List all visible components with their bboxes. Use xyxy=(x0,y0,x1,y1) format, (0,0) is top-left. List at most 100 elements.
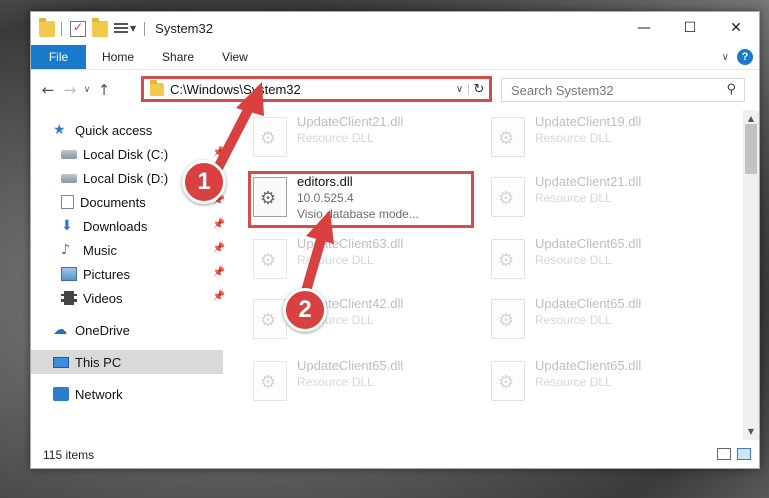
dll-file-icon xyxy=(253,117,287,157)
drive-icon xyxy=(61,149,77,159)
tiles-view-icon[interactable] xyxy=(737,448,751,460)
videos-icon xyxy=(61,291,77,305)
file-list: UpdateClient21.dll Resource DLL UpdateCli… xyxy=(247,110,741,440)
sidebar-item-label: Pictures xyxy=(83,266,130,282)
callout-1: 1 xyxy=(182,160,226,204)
file-tile[interactable]: UpdateClient21.dll Resource DLL xyxy=(491,174,721,230)
sidebar-item-videos[interactable]: Videos 📌 xyxy=(31,286,227,310)
file-name: UpdateClient65.dll xyxy=(535,296,642,311)
search-placeholder: Search System32 xyxy=(511,82,614,98)
dll-file-icon xyxy=(253,239,287,279)
drive-icon xyxy=(61,173,77,183)
scroll-down-icon[interactable]: ▼ xyxy=(743,427,759,436)
item-count: 115 items xyxy=(43,448,95,462)
chevron-down-icon[interactable]: ▼ xyxy=(130,24,136,33)
sidebar-item-this-pc[interactable]: This PC xyxy=(31,350,223,374)
file-tile[interactable]: UpdateClient65.dll Resource DLL xyxy=(491,358,721,414)
pin-icon: 📌 xyxy=(212,243,225,254)
help-icon[interactable]: ? xyxy=(737,49,753,65)
network-icon xyxy=(53,387,69,401)
sidebar-item-onedrive[interactable]: ☁ OneDrive xyxy=(31,318,227,342)
divider xyxy=(144,21,146,36)
sidebar-item-label: Downloads xyxy=(83,218,148,234)
sidebar-item-label: Documents xyxy=(80,194,146,210)
folder-icon xyxy=(39,17,55,37)
forward-icon[interactable]: → xyxy=(59,81,81,99)
file-tile[interactable]: UpdateClient65.dll Resource DLL xyxy=(253,358,483,414)
recent-locations-icon[interactable]: ∨ xyxy=(81,85,93,95)
cloud-icon: ☁ xyxy=(53,322,67,338)
status-bar: 115 items xyxy=(31,442,759,468)
customize-icon[interactable] xyxy=(114,22,128,35)
callout-2: 2 xyxy=(283,288,327,332)
new-folder-icon[interactable] xyxy=(92,17,108,37)
dll-file-icon xyxy=(253,299,287,339)
sidebar-item-label: Local Disk (C:) xyxy=(83,146,169,162)
address-path[interactable]: C:\Windows\System32 xyxy=(170,82,451,97)
file-name: UpdateClient65.dll xyxy=(297,358,404,373)
properties-icon[interactable] xyxy=(70,20,86,37)
scroll-up-icon[interactable]: ▲ xyxy=(743,114,759,123)
file-type: Resource DLL xyxy=(535,131,612,145)
up-icon[interactable]: ↑ xyxy=(93,81,115,99)
address-bar[interactable]: C:\Windows\System32 ∨ ↻ xyxy=(141,76,492,102)
chevron-down-icon[interactable]: ∨ xyxy=(451,83,469,95)
sidebar-item-downloads[interactable]: ⬇ Downloads 📌 xyxy=(31,214,227,238)
expand-ribbon-icon[interactable]: ∨ xyxy=(722,52,729,63)
sidebar-item-label: Music xyxy=(83,242,117,258)
file-type: Resource DLL xyxy=(297,253,374,267)
file-tile[interactable]: UpdateClient65.dll Resource DLL xyxy=(491,236,721,292)
star-icon: ★ xyxy=(53,122,66,138)
sidebar-item-pictures[interactable]: Pictures 📌 xyxy=(31,262,227,286)
search-input[interactable]: Search System32 ⚲ xyxy=(501,78,745,102)
pin-icon: 📌 xyxy=(212,219,225,230)
refresh-icon[interactable]: ↻ xyxy=(469,82,489,97)
sidebar-item-label: Quick access xyxy=(75,122,153,138)
vertical-scrollbar[interactable]: ▲ ▼ xyxy=(743,110,759,440)
dll-file-icon xyxy=(491,239,525,279)
tab-view[interactable]: View xyxy=(208,45,262,69)
file-type: Resource DLL xyxy=(535,191,612,205)
back-icon[interactable]: ← xyxy=(37,81,59,99)
close-button[interactable]: ✕ xyxy=(713,12,759,44)
folder-icon xyxy=(150,79,164,96)
dll-file-icon xyxy=(491,299,525,339)
pin-icon: 📌 xyxy=(212,147,225,158)
minimize-button[interactable]: — xyxy=(621,12,667,44)
address-row: ← → ∨ ↑ C:\Windows\System32 ∨ ↻ Search S… xyxy=(31,70,759,110)
tab-home[interactable]: Home xyxy=(86,45,148,69)
sidebar-item-network[interactable]: Network xyxy=(31,382,227,406)
window-title: System32 xyxy=(155,21,213,36)
file-tile[interactable]: UpdateClient21.dll Resource DLL xyxy=(253,114,483,170)
maximize-button[interactable]: ☐ xyxy=(667,12,713,44)
file-type: Resource DLL xyxy=(297,375,374,389)
dll-file-icon xyxy=(491,361,525,401)
download-icon: ⬇ xyxy=(61,218,73,234)
sidebar-item-label: Videos xyxy=(83,290,123,306)
file-name: UpdateClient65.dll xyxy=(535,358,642,373)
ribbon-tabs: File Home Share View ∨ ? xyxy=(31,45,759,70)
scroll-thumb[interactable] xyxy=(745,124,757,174)
tab-file[interactable]: File xyxy=(31,45,86,69)
dll-file-icon xyxy=(491,117,525,157)
explorer-window: ▼ System32 — ☐ ✕ File Home Share View ∨ … xyxy=(30,11,760,469)
file-tile[interactable]: UpdateClient63.dll Resource DLL xyxy=(253,236,483,292)
details-view-icon[interactable] xyxy=(717,448,731,460)
file-type: Resource DLL xyxy=(297,131,374,145)
sidebar-item-label: OneDrive xyxy=(75,322,130,338)
file-name: UpdateClient63.dll xyxy=(297,236,404,251)
sidebar-item-quick-access[interactable]: ★ Quick access xyxy=(31,118,227,142)
file-tile[interactable]: UpdateClient19.dll Resource DLL xyxy=(491,114,721,170)
file-name: UpdateClient65.dll xyxy=(535,236,642,251)
tab-share[interactable]: Share xyxy=(148,45,208,69)
computer-icon xyxy=(53,356,69,368)
file-type: Resource DLL xyxy=(535,313,612,327)
dll-file-icon xyxy=(491,177,525,217)
sidebar-item-label: Local Disk (D:) xyxy=(83,170,169,186)
pictures-icon xyxy=(61,267,77,281)
sidebar-item-music[interactable]: ♪ Music 📌 xyxy=(31,238,227,262)
sidebar-item-label: This PC xyxy=(75,354,122,370)
dll-file-icon xyxy=(253,361,287,401)
file-tile[interactable]: UpdateClient65.dll Resource DLL xyxy=(491,296,721,352)
highlight-box xyxy=(248,171,474,228)
